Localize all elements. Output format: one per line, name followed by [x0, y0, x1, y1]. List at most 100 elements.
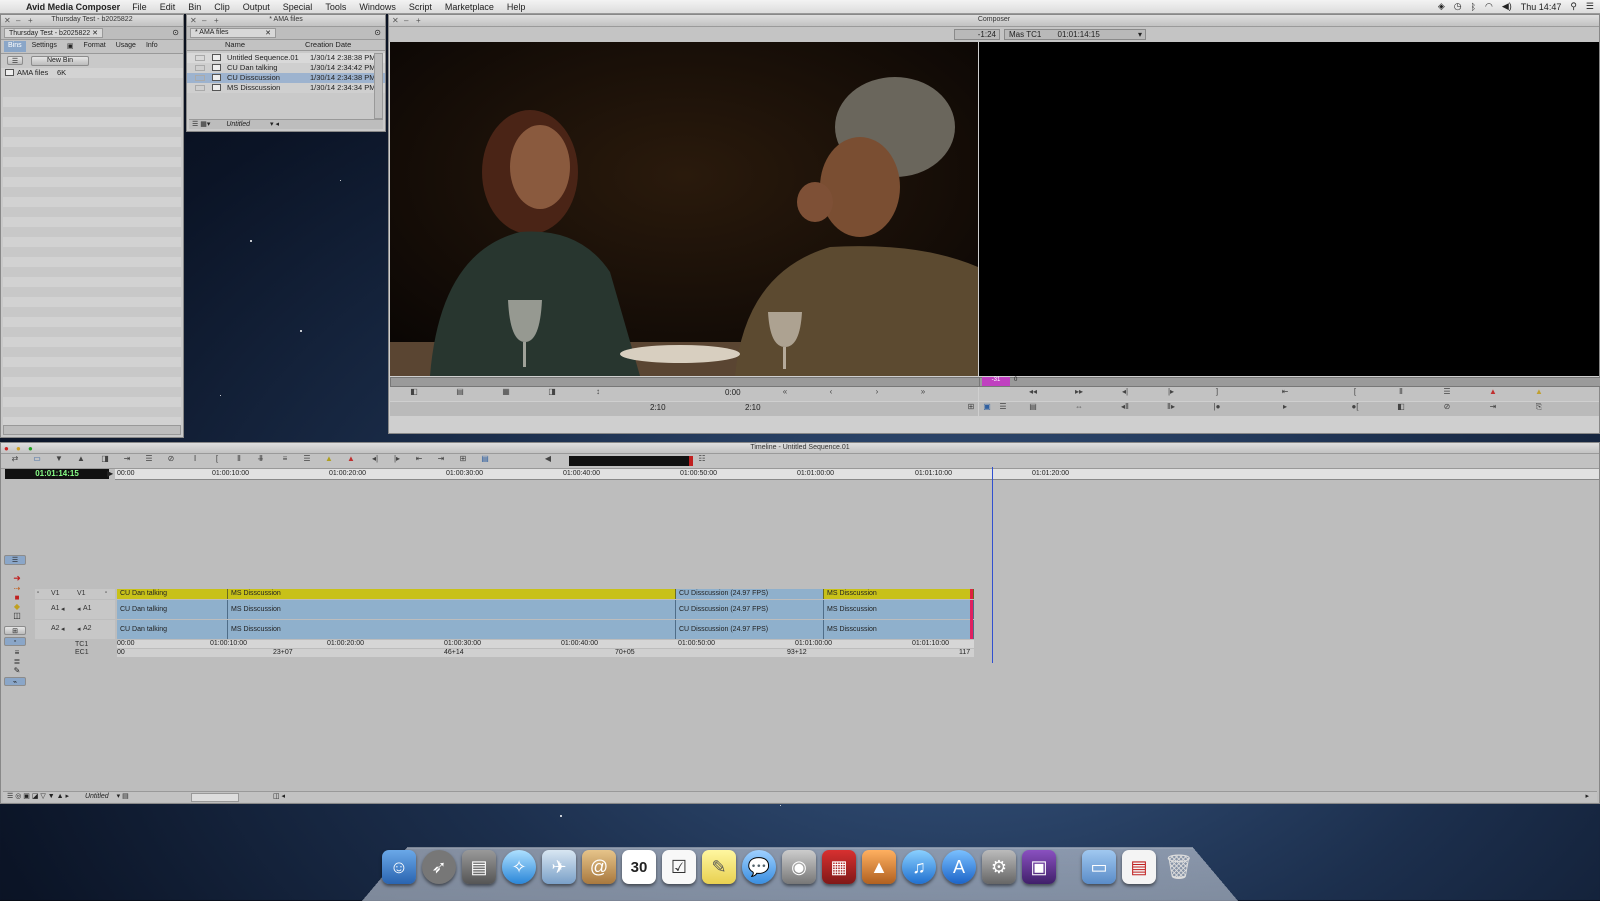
splice-icon[interactable]: ▲ [341, 454, 361, 463]
record-position-bar[interactable]: -31 0 [979, 377, 1600, 387]
sync-icon[interactable]: ◫ [4, 611, 30, 620]
mark-in-icon[interactable]: [ [1345, 387, 1365, 396]
project-tab[interactable]: Thursday Test - b2025822 ✕ [4, 28, 104, 38]
column-creation-date[interactable]: Creation Date [305, 40, 351, 50]
preview-icon[interactable]: ▤ [462, 850, 496, 884]
ripple-trim-icon[interactable]: ◆ [4, 602, 30, 611]
bin-menu-icon[interactable]: ☰ [7, 56, 23, 65]
timeline-ruler[interactable]: 00:00 01:00:10:00 01:00:20:00 01:00:30:0… [115, 469, 1599, 480]
volume-icon[interactable]: ◀) [1502, 1, 1512, 12]
row-checkbox[interactable] [195, 75, 205, 81]
menu-marketplace[interactable]: Marketplace [445, 2, 494, 12]
menu-script[interactable]: Script [409, 2, 432, 12]
folder-icon[interactable]: ▭ [1082, 850, 1116, 884]
menu-file[interactable]: File [132, 2, 147, 12]
source-monitor[interactable] [390, 42, 978, 376]
top-icon[interactable]: ⇥ [431, 454, 451, 463]
mark-out-icon[interactable]: ] [1207, 387, 1227, 396]
zoom-slider[interactable] [191, 793, 239, 802]
speaker-icon[interactable]: ◂ [61, 605, 65, 613]
bin-tab[interactable]: * AMA files ✕ [190, 28, 276, 38]
bin-list-item[interactable]: AMA files 6K [1, 68, 183, 78]
speaker-icon[interactable]: ◂ [61, 625, 65, 633]
lift-overwrite-tool-icon[interactable]: ➜ [4, 573, 30, 584]
timeline-footer-icons[interactable]: ☰ ◎ ▣ ◪ ▽ ▼ ▲ ▸ [7, 793, 69, 800]
mono-icon[interactable]: ▫ [4, 637, 26, 646]
menu-tools[interactable]: Tools [325, 2, 346, 12]
extract-icon[interactable]: ●[ [1345, 402, 1365, 411]
bin-view-icon[interactable]: ☰ ▦▾ [192, 121, 210, 128]
itunes-icon[interactable]: ♫ [902, 850, 936, 884]
tab-info[interactable]: Info [142, 41, 162, 52]
mail-bird-icon[interactable]: ✈ [542, 850, 576, 884]
menu-edit[interactable]: Edit [160, 2, 176, 12]
table-row[interactable]: Untitled Sequence.01 1/30/14 2:38:38 PM [187, 53, 385, 63]
photobooth-icon[interactable]: ▦ [822, 850, 856, 884]
horizontal-scrollbar[interactable] [3, 425, 181, 435]
view-menu-icon[interactable]: ▾ ◂ [270, 121, 279, 128]
disable-icon[interactable]: ⊘ [161, 454, 181, 463]
extract-splice-tool-icon[interactable]: ⇢ [4, 584, 30, 593]
v1-clip[interactable]: MS Disscussion [824, 589, 974, 599]
menu-help[interactable]: Help [507, 2, 526, 12]
lift-icon[interactable]: ☰ [1437, 387, 1457, 396]
menu-clip[interactable]: Clip [214, 2, 230, 12]
tab-settings[interactable]: Settings [28, 41, 61, 52]
trim-left-icon[interactable]: ◂| [365, 454, 385, 463]
a1-clip[interactable]: MS Disscussion [824, 600, 974, 619]
a2-clip[interactable]: MS Disscussion [228, 620, 676, 639]
reminders-icon[interactable]: ☑ [662, 850, 696, 884]
segment-icon[interactable]: ◧ [1391, 402, 1411, 411]
tab-format-icon[interactable]: ▣ [63, 41, 78, 52]
marker-up-icon[interactable]: ▲ [71, 454, 91, 463]
frame-back-icon[interactable]: ◂Ⅱ [1115, 402, 1135, 411]
toolset-icon[interactable]: ⇄ [5, 454, 25, 463]
tc-display[interactable]: Mas TC1 01:01:14:15 ▾ [1004, 29, 1146, 40]
source-menu-icon[interactable]: ◨ [542, 387, 562, 396]
lift-overwrite-icon[interactable]: ⇥ [117, 454, 137, 463]
row-checkbox[interactable] [195, 65, 205, 71]
match-frame-icon[interactable]: ◧ [404, 387, 424, 396]
timeline-menu-icon[interactable]: ☷ [692, 454, 712, 463]
zoom-slider-icon[interactable]: ⌁ [4, 677, 26, 686]
overwrite-icon[interactable]: ▲ [1529, 387, 1549, 396]
safari-icon[interactable]: ✧ [502, 850, 536, 884]
facetime-icon[interactable]: ◉ [782, 850, 816, 884]
trash-icon[interactable]: 🗑 [1162, 850, 1196, 884]
a2-record-label[interactable]: A2 [83, 625, 92, 632]
mark-in-icon[interactable]: Ⅰ [185, 454, 205, 463]
menu-windows[interactable]: Windows [359, 2, 396, 12]
go-to-out-icon[interactable]: |● [1207, 402, 1227, 411]
app-menu[interactable]: Avid Media Composer [26, 2, 120, 12]
link-icon[interactable]: ⇔ [1069, 402, 1089, 411]
launchpad-icon[interactable]: ➶ [422, 850, 456, 884]
row-checkbox[interactable] [195, 85, 205, 91]
a1-clip[interactable]: CU Dan talking [117, 600, 228, 619]
a2-clip[interactable]: CU Disscussion (24.97 FPS) [676, 620, 824, 639]
chevron-down-icon[interactable]: ▾ [1138, 30, 1142, 39]
document-icon[interactable]: ▤ [1122, 850, 1156, 884]
marker-down-icon[interactable]: ▼ [49, 454, 69, 463]
avid-icon[interactable]: ▣ [1022, 850, 1056, 884]
splice-in-icon[interactable]: ▲ [1483, 387, 1503, 396]
monitor-icon[interactable]: ▫ [105, 590, 107, 596]
tail-icon[interactable]: ⊞ [453, 454, 473, 463]
step-forward-icon[interactable]: › [867, 387, 887, 396]
appstore-icon[interactable]: A [942, 850, 976, 884]
a1-source-label[interactable]: A1 [51, 605, 60, 612]
current-timecode[interactable]: 01:01:14:15 [5, 469, 109, 479]
v1-record-label[interactable]: V1 [77, 590, 86, 597]
spotlight-icon[interactable]: ⚲ [1570, 1, 1577, 12]
time-machine-icon[interactable]: ◷ [1454, 1, 1462, 12]
tab-usage[interactable]: Usage [112, 41, 140, 52]
rewind-icon[interactable]: « [775, 387, 795, 396]
go-to-icon[interactable]: ▸ [1275, 402, 1295, 411]
wifi-icon[interactable]: ◠ [1485, 1, 1493, 12]
row-checkbox[interactable] [195, 55, 205, 61]
bluetooth-icon[interactable]: ᛒ [1471, 2, 1476, 12]
mark-clip-icon[interactable]: Ⅱ [229, 454, 249, 463]
frame-forward-icon[interactable]: Ⅱ▸ [1161, 402, 1181, 411]
scroll-left-icon[interactable]: ◫ ◂ [273, 792, 285, 802]
menu-bin[interactable]: Bin [188, 2, 201, 12]
timeline-view-icon[interactable]: ▤ [475, 454, 495, 463]
